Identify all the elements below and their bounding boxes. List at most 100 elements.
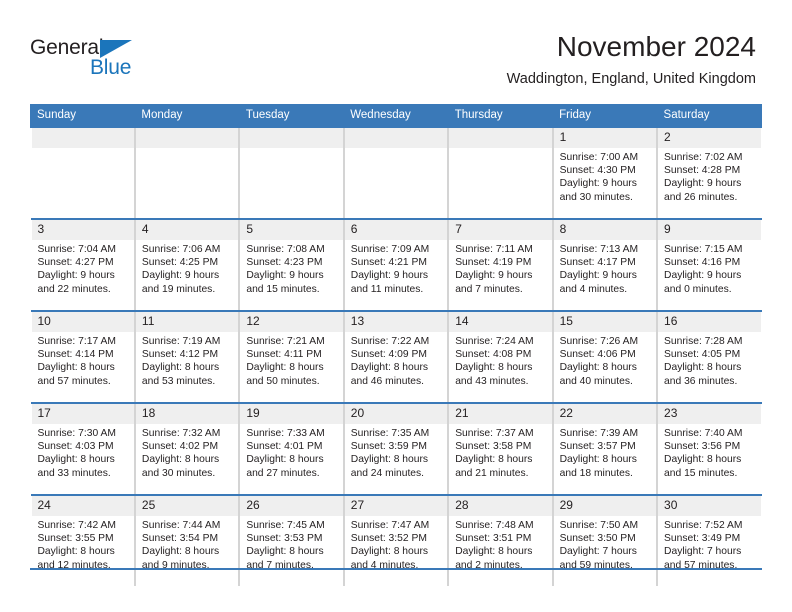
calendar-day-cell[interactable]: 18 Sunrise: 7:32 AM Sunset: 4:02 PM Dayligh… bbox=[134, 402, 240, 495]
calendar-day-cell[interactable]: 25 Sunrise: 7:44 AM Sunset: 3:54 PM Dayligh… bbox=[134, 494, 240, 586]
day-cell-inner: 23 Sunrise: 7:40 AM Sunset: 3:56 PM Dayligh… bbox=[657, 404, 762, 494]
day-number: 17 bbox=[31, 404, 134, 424]
calendar-empty-cell bbox=[239, 126, 344, 219]
day-cell-inner: 7 Sunrise: 7:11 AM Sunset: 4:19 PM Daylight… bbox=[448, 220, 553, 310]
day-cell-inner: 29 Sunrise: 7:50 AM Sunset: 3:50 PM Dayligh… bbox=[552, 496, 658, 586]
day-info-line: Daylight: 8 hours bbox=[141, 546, 220, 558]
calendar-day-cell[interactable]: 7 Sunrise: 7:11 AM Sunset: 4:19 PM Daylight… bbox=[448, 218, 553, 311]
day-number bbox=[135, 128, 239, 148]
day-info-line: Sunset: 3:57 PM bbox=[559, 441, 636, 453]
day-sun-info: Sunrise: 7:28 AM Sunset: 4:05 PM Daylight:… bbox=[658, 332, 760, 388]
day-number bbox=[344, 128, 448, 148]
calendar-empty-cell bbox=[448, 126, 553, 219]
day-info-line: Sunset: 3:55 PM bbox=[37, 533, 114, 545]
calendar-week-row: 17 Sunrise: 7:30 AM Sunset: 4:03 PM Dayligh… bbox=[30, 402, 762, 495]
calendar-day-cell[interactable]: 10 Sunrise: 7:17 AM Sunset: 4:14 PM Dayligh… bbox=[30, 310, 135, 403]
day-sun-info bbox=[136, 148, 238, 151]
day-info-line: and 19 minutes. bbox=[141, 283, 216, 295]
calendar-day-cell[interactable]: 17 Sunrise: 7:30 AM Sunset: 4:03 PM Dayligh… bbox=[30, 402, 135, 495]
day-cell-inner: 9 Sunrise: 7:15 AM Sunset: 4:16 PM Daylight… bbox=[657, 220, 762, 310]
calendar-day-cell[interactable]: 23 Sunrise: 7:40 AM Sunset: 3:56 PM Dayligh… bbox=[657, 402, 762, 495]
calendar-day-cell[interactable]: 22 Sunrise: 7:39 AM Sunset: 3:57 PM Dayligh… bbox=[552, 402, 658, 495]
day-info-line: Sunrise: 7:35 AM bbox=[350, 428, 430, 439]
day-info-line: Sunrise: 7:37 AM bbox=[455, 428, 534, 439]
calendar-day-cell[interactable]: 9 Sunrise: 7:15 AM Sunset: 4:16 PM Daylight… bbox=[657, 218, 762, 311]
day-info-line: Sunrise: 7:04 AM bbox=[37, 244, 116, 255]
day-sun-info: Sunrise: 7:19 AM Sunset: 4:12 PM Daylight:… bbox=[136, 332, 238, 388]
calendar-day-cell[interactable]: 6 Sunrise: 7:09 AM Sunset: 4:21 PM Daylight… bbox=[343, 218, 449, 311]
calendar-day-cell[interactable]: 8 Sunrise: 7:13 AM Sunset: 4:17 PM Daylight… bbox=[552, 218, 658, 311]
day-sun-info: Sunrise: 7:11 AM Sunset: 4:19 PM Daylight:… bbox=[449, 240, 551, 296]
calendar-day-cell[interactable]: 26 Sunrise: 7:45 AM Sunset: 3:53 PM Dayligh… bbox=[239, 494, 344, 586]
calendar-day-cell[interactable]: 19 Sunrise: 7:33 AM Sunset: 4:01 PM Dayligh… bbox=[239, 402, 344, 495]
day-cell-inner: 5 Sunrise: 7:08 AM Sunset: 4:23 PM Daylight… bbox=[239, 220, 344, 310]
weekday-header-thursday: Thursday bbox=[447, 104, 554, 127]
day-cell-inner: 13 Sunrise: 7:22 AM Sunset: 4:09 PM Dayligh… bbox=[343, 312, 449, 402]
day-number: 27 bbox=[344, 496, 448, 516]
day-number: 24 bbox=[31, 496, 134, 516]
day-cell-inner: 30 Sunrise: 7:52 AM Sunset: 3:49 PM Dayligh… bbox=[657, 496, 762, 586]
day-info-line: and 26 minutes. bbox=[664, 191, 738, 203]
day-info-line: Sunrise: 7:39 AM bbox=[559, 428, 639, 439]
day-number bbox=[31, 128, 134, 148]
day-sun-info: Sunrise: 7:22 AM Sunset: 4:09 PM Daylight:… bbox=[345, 332, 447, 388]
calendar-day-cell[interactable]: 12 Sunrise: 7:21 AM Sunset: 4:11 PM Dayligh… bbox=[239, 310, 344, 403]
calendar-day-cell[interactable]: 11 Sunrise: 7:19 AM Sunset: 4:12 PM Dayligh… bbox=[134, 310, 240, 403]
page-title: November 2024 bbox=[556, 31, 756, 62]
day-number: 9 bbox=[658, 220, 761, 240]
calendar-day-cell[interactable]: 13 Sunrise: 7:22 AM Sunset: 4:09 PM Dayligh… bbox=[343, 310, 449, 403]
calendar-day-cell[interactable]: 4 Sunrise: 7:06 AM Sunset: 4:25 PM Daylight… bbox=[134, 218, 240, 311]
calendar-week-row: 1 Sunrise: 7:00 AM Sunset: 4:30 PM Daylight… bbox=[30, 126, 762, 219]
day-sun-info: Sunrise: 7:42 AM Sunset: 3:55 PM Daylight:… bbox=[32, 516, 134, 572]
day-info-line: Daylight: 9 hours bbox=[246, 270, 324, 282]
calendar-day-cell[interactable]: 30 Sunrise: 7:52 AM Sunset: 3:49 PM Dayligh… bbox=[657, 494, 762, 586]
day-sun-info: Sunrise: 7:45 AM Sunset: 3:53 PM Daylight:… bbox=[240, 516, 342, 572]
day-info-line: Daylight: 8 hours bbox=[37, 362, 115, 374]
title-block: November 2024 Waddington, England, Unite… bbox=[507, 30, 756, 88]
day-info-line: Sunset: 4:11 PM bbox=[246, 349, 322, 361]
day-info-line: and 27 minutes. bbox=[246, 467, 320, 479]
day-sun-info: Sunrise: 7:00 AM Sunset: 4:30 PM Daylight:… bbox=[554, 148, 656, 204]
calendar-day-cell[interactable]: 5 Sunrise: 7:08 AM Sunset: 4:23 PM Daylight… bbox=[239, 218, 344, 311]
calendar-day-cell[interactable]: 16 Sunrise: 7:28 AM Sunset: 4:05 PM Dayligh… bbox=[657, 310, 762, 403]
general-blue-logo[interactable]: General Blue bbox=[30, 36, 160, 82]
day-number: 1 bbox=[553, 128, 657, 148]
day-number bbox=[240, 128, 343, 148]
day-info-line: Sunset: 4:02 PM bbox=[141, 441, 219, 453]
day-number: 26 bbox=[240, 496, 343, 516]
day-sun-info: Sunrise: 7:15 AM Sunset: 4:16 PM Daylight:… bbox=[658, 240, 760, 296]
day-sun-info: Sunrise: 7:35 AM Sunset: 3:59 PM Daylight:… bbox=[345, 424, 447, 480]
calendar-day-cell[interactable]: 14 Sunrise: 7:24 AM Sunset: 4:08 PM Dayligh… bbox=[448, 310, 553, 403]
calendar-day-cell[interactable]: 1 Sunrise: 7:00 AM Sunset: 4:30 PM Daylight… bbox=[552, 126, 658, 219]
day-number: 2 bbox=[658, 128, 761, 148]
day-info-line: Daylight: 8 hours bbox=[141, 454, 220, 466]
day-info-line: and 24 minutes. bbox=[350, 467, 425, 479]
day-info-line: Sunrise: 7:33 AM bbox=[246, 428, 325, 439]
calendar-day-cell[interactable]: 24 Sunrise: 7:42 AM Sunset: 3:55 PM Dayligh… bbox=[30, 494, 135, 586]
calendar-day-cell[interactable]: 3 Sunrise: 7:04 AM Sunset: 4:27 PM Daylight… bbox=[30, 218, 135, 311]
day-number: 29 bbox=[553, 496, 657, 516]
day-cell-inner: 28 Sunrise: 7:48 AM Sunset: 3:51 PM Dayligh… bbox=[448, 496, 553, 586]
day-cell-inner: 17 Sunrise: 7:30 AM Sunset: 4:03 PM Dayligh… bbox=[30, 404, 135, 494]
calendar-day-cell[interactable]: 29 Sunrise: 7:50 AM Sunset: 3:50 PM Dayligh… bbox=[552, 494, 658, 586]
day-number: 16 bbox=[658, 312, 761, 332]
day-info-line: and 36 minutes. bbox=[664, 375, 738, 387]
day-cell-inner: 19 Sunrise: 7:33 AM Sunset: 4:01 PM Dayligh… bbox=[239, 404, 344, 494]
calendar-day-cell[interactable]: 15 Sunrise: 7:26 AM Sunset: 4:06 PM Dayligh… bbox=[552, 310, 658, 403]
day-sun-info bbox=[32, 148, 134, 151]
calendar-day-cell[interactable]: 2 Sunrise: 7:02 AM Sunset: 4:28 PM Daylight… bbox=[657, 126, 762, 219]
day-info-line: and 7 minutes. bbox=[455, 283, 523, 295]
calendar-day-cell[interactable]: 20 Sunrise: 7:35 AM Sunset: 3:59 PM Dayligh… bbox=[343, 402, 449, 495]
day-number: 18 bbox=[135, 404, 239, 424]
calendar-day-cell[interactable]: 21 Sunrise: 7:37 AM Sunset: 3:58 PM Dayligh… bbox=[448, 402, 553, 495]
day-number: 7 bbox=[449, 220, 552, 240]
day-info-line: Sunset: 4:28 PM bbox=[664, 165, 741, 177]
calendar-day-cell[interactable]: 28 Sunrise: 7:48 AM Sunset: 3:51 PM Dayligh… bbox=[448, 494, 553, 586]
day-info-line: Daylight: 9 hours bbox=[559, 270, 637, 282]
calendar-day-cell[interactable]: 27 Sunrise: 7:47 AM Sunset: 3:52 PM Dayligh… bbox=[343, 494, 449, 586]
day-sun-info: Sunrise: 7:32 AM Sunset: 4:02 PM Daylight:… bbox=[136, 424, 238, 480]
day-info-line: and 40 minutes. bbox=[559, 375, 633, 387]
day-info-line: Sunset: 4:19 PM bbox=[455, 257, 532, 269]
day-info-line: Sunrise: 7:00 AM bbox=[559, 152, 639, 163]
calendar-page: General Blue November 2024 Waddington, E… bbox=[0, 0, 792, 612]
